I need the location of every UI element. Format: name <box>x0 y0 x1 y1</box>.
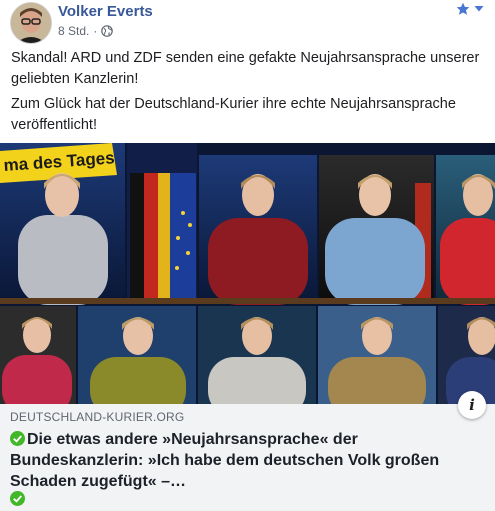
check-icon <box>10 431 25 446</box>
caret-down-icon[interactable] <box>474 5 484 13</box>
link-domain[interactable]: DEUTSCHLAND-KURIER.ORG <box>10 410 184 424</box>
author-name[interactable]: Volker Everts <box>58 3 153 20</box>
meta-separator: · <box>93 24 98 38</box>
avatar[interactable] <box>10 2 52 44</box>
post-text-paragraph-2: Zum Glück hat der Deutschland-Kurier ihr… <box>11 96 456 133</box>
check-icon <box>10 491 25 506</box>
link-title[interactable]: Die etwas andere »Neujahrsansprache« der… <box>10 429 470 492</box>
post-image[interactable]: ma des Tages <box>0 143 495 404</box>
post-time[interactable]: 8 Std. <box>58 24 89 38</box>
star-icon[interactable] <box>456 2 470 16</box>
portrait-collage-image: ma des Tages <box>0 143 495 404</box>
globe-icon <box>101 25 114 37</box>
post-text-paragraph-1: Skandal! ARD und ZDF senden eine gefakte… <box>11 50 480 87</box>
post-meta: 8 Std. · <box>58 24 114 38</box>
link-title-text: Die etwas andere »Neujahrsansprache« der… <box>10 431 440 490</box>
post-card: Volker Everts 8 Std. · Skandal! ARD und … <box>0 0 495 511</box>
info-icon[interactable]: i <box>458 391 486 419</box>
